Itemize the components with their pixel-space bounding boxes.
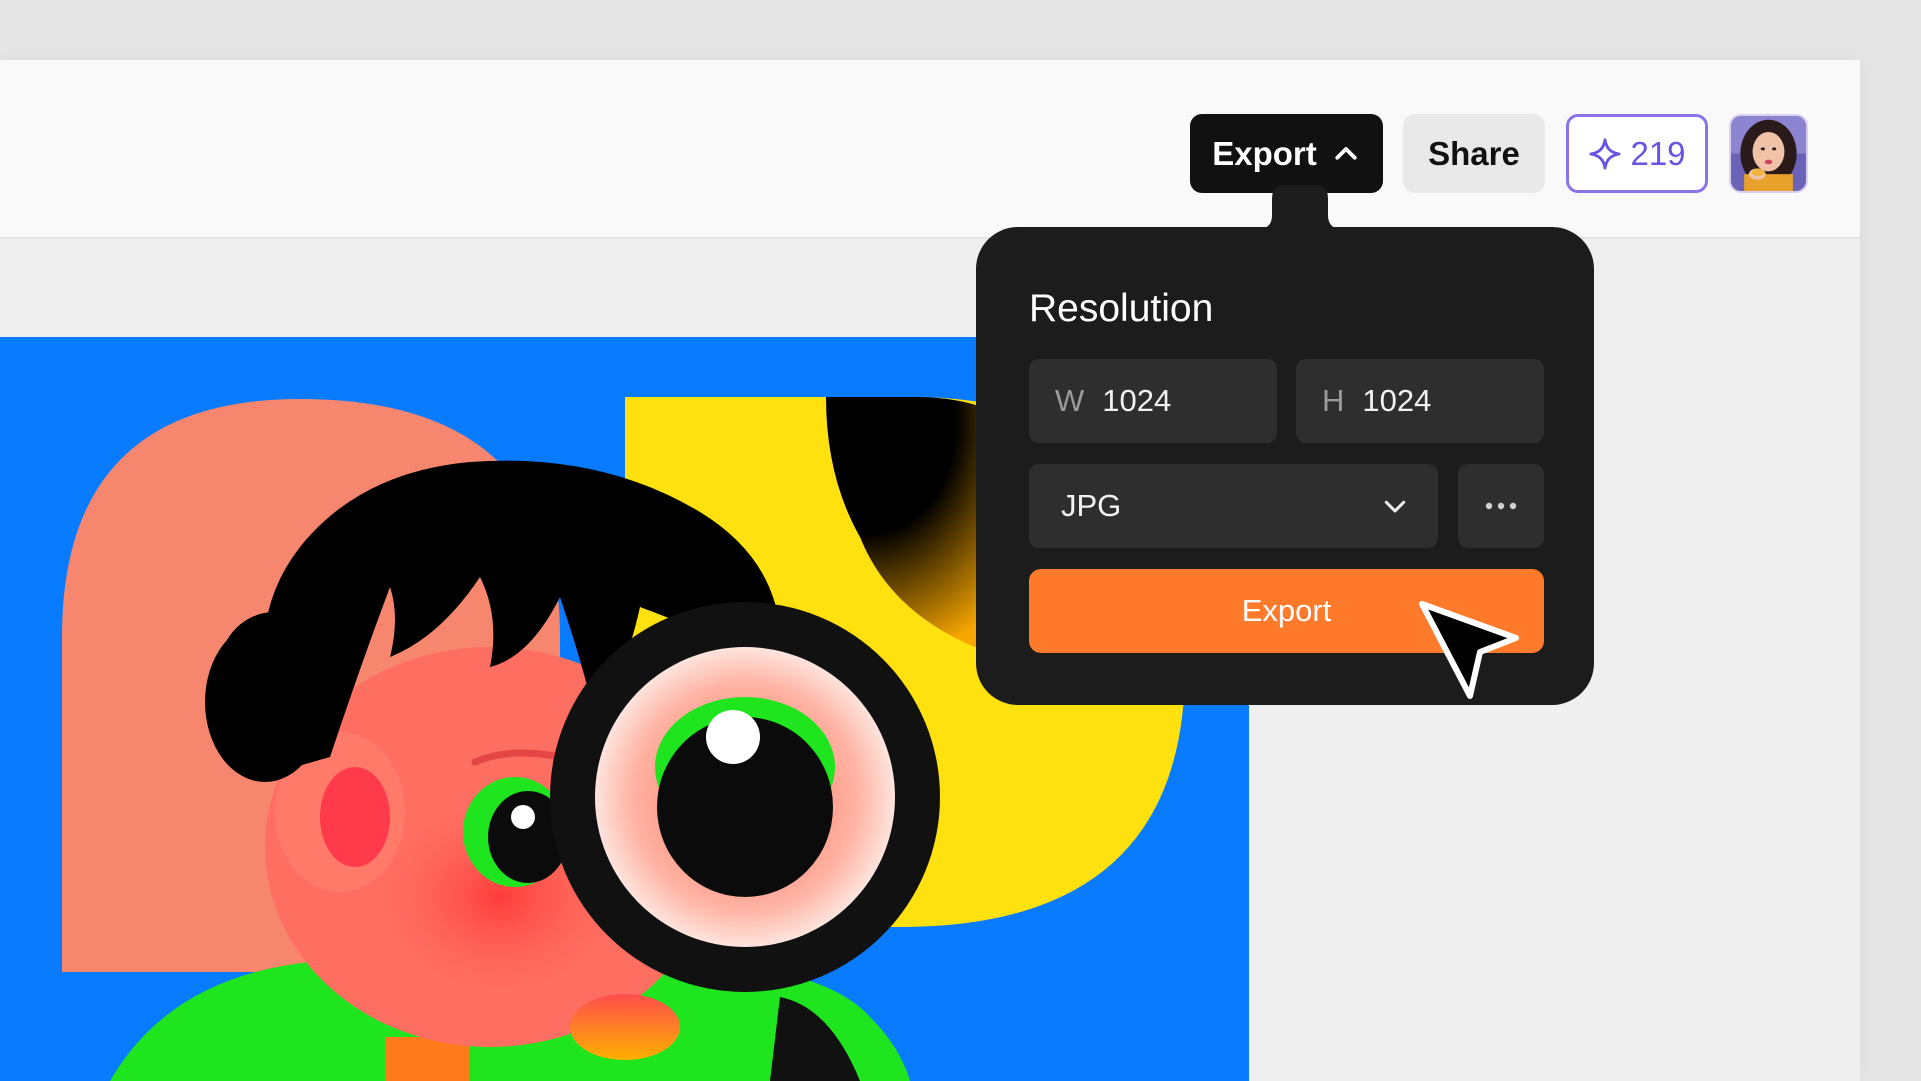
share-button[interactable]: Share bbox=[1403, 114, 1545, 193]
format-value: JPG bbox=[1061, 488, 1122, 523]
chevron-down-icon bbox=[1384, 500, 1406, 513]
cursor-arrow-icon bbox=[1418, 600, 1522, 700]
export-menu-label: Export bbox=[1212, 134, 1317, 172]
stage: Export Share 219 Resolution W 1024 H 102… bbox=[0, 0, 1921, 1081]
popover-connector bbox=[1250, 185, 1350, 229]
ellipsis-icon bbox=[1485, 502, 1517, 510]
avatar-image bbox=[1731, 116, 1806, 191]
chevron-up-icon bbox=[1335, 146, 1357, 160]
credits-count: 219 bbox=[1630, 134, 1686, 172]
height-value: 1024 bbox=[1362, 383, 1432, 418]
share-label: Share bbox=[1428, 134, 1520, 172]
width-value: 1024 bbox=[1102, 383, 1172, 418]
top-toolbar: Export Share 219 bbox=[0, 60, 1860, 239]
user-avatar[interactable] bbox=[1729, 114, 1808, 193]
width-field[interactable]: W 1024 bbox=[1029, 359, 1277, 443]
resolution-title: Resolution bbox=[1029, 287, 1214, 330]
export-button-label: Export bbox=[1241, 593, 1332, 628]
width-prefix: W bbox=[1055, 383, 1085, 418]
credits-button[interactable]: 219 bbox=[1566, 114, 1708, 193]
height-prefix: H bbox=[1322, 383, 1345, 418]
format-select[interactable]: JPG bbox=[1029, 464, 1438, 548]
height-field[interactable]: H 1024 bbox=[1296, 359, 1544, 443]
sparkle-icon bbox=[1589, 137, 1622, 170]
export-menu-button[interactable]: Export bbox=[1190, 114, 1383, 193]
more-options-button[interactable] bbox=[1458, 464, 1544, 548]
